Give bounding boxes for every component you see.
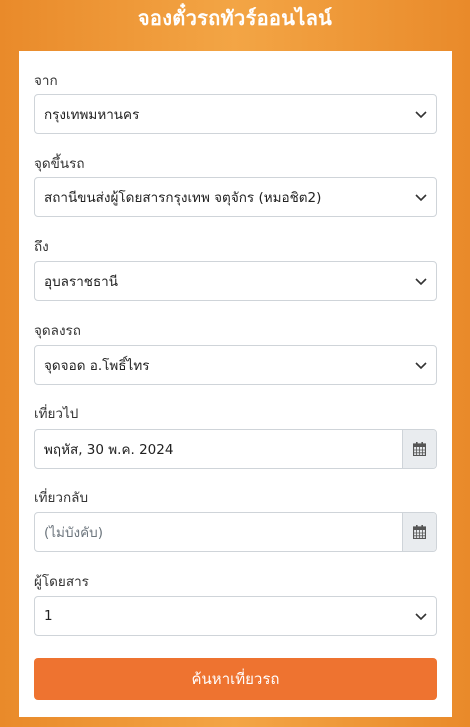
search-trips-button[interactable]: ค้นหาเที่ยวรถ — [34, 658, 437, 700]
depart-label: เที่ยวไป — [34, 406, 79, 422]
return-date-field[interactable]: (ไม่บังคับ) — [34, 512, 437, 552]
calendar-icon — [413, 442, 426, 456]
from-label: จาก — [34, 73, 58, 89]
to-select[interactable]: อุบลราชธานี — [34, 261, 437, 301]
calendar-icon — [413, 525, 426, 539]
to-label: ถึง — [34, 239, 49, 255]
chevron-down-icon — [415, 278, 427, 286]
pickup-label: จุดขึ้นรถ — [34, 156, 85, 172]
dropoff-label: จุดลงรถ — [34, 323, 81, 339]
depart-date-value[interactable]: พฤหัส, 30 พ.ค. 2024 — [35, 430, 402, 468]
pickup-select[interactable]: สถานีขนส่งผู้โดยสารกรุงเทพ จตุจักร (หมอช… — [34, 177, 437, 217]
depart-calendar-button[interactable] — [402, 430, 436, 468]
return-date-placeholder[interactable]: (ไม่บังคับ) — [35, 513, 402, 551]
passengers-select-value: 1 — [44, 608, 53, 624]
chevron-down-icon — [415, 194, 427, 202]
return-calendar-button[interactable] — [402, 513, 436, 551]
chevron-down-icon — [415, 613, 427, 621]
dropoff-select[interactable]: จุดจอด อ.โพธิ์ไทร — [34, 345, 437, 385]
from-select-value: กรุงเทพมหานคร — [44, 107, 140, 123]
pickup-select-value: สถานีขนส่งผู้โดยสารกรุงเทพ จตุจักร (หมอช… — [44, 190, 322, 206]
booking-form: จาก กรุงเทพมหานคร จุดขึ้นรถ สถานีขนส่งผู… — [19, 51, 452, 717]
page-title: จองตั๋วรถทัวร์ออนไลน์ — [137, 6, 333, 30]
dropoff-select-value: จุดจอด อ.โพธิ์ไทร — [44, 358, 150, 374]
passengers-select[interactable]: 1 — [34, 596, 437, 636]
chevron-down-icon — [415, 362, 427, 370]
depart-date-field[interactable]: พฤหัส, 30 พ.ค. 2024 — [34, 429, 437, 469]
to-select-value: อุบลราชธานี — [44, 274, 118, 290]
chevron-down-icon — [415, 111, 427, 119]
return-label: เที่ยวกลับ — [34, 490, 89, 506]
from-select[interactable]: กรุงเทพมหานคร — [34, 94, 437, 134]
passengers-label: ผู้โดยสาร — [34, 574, 89, 590]
